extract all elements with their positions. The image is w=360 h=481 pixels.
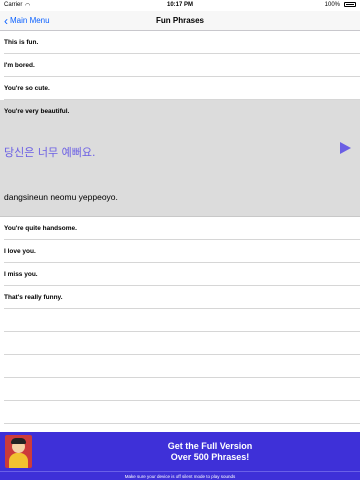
empty-row bbox=[4, 378, 360, 401]
full-version-banner[interactable]: Get the Full Version Over 500 Phrases! bbox=[0, 432, 360, 471]
phrase-label: You're quite handsome. bbox=[4, 225, 77, 232]
empty-row bbox=[4, 309, 360, 332]
phrase-label: I'm bored. bbox=[4, 62, 35, 69]
page-title: Fun Phrases bbox=[155, 16, 204, 25]
phrase-row[interactable]: This is fun. bbox=[4, 31, 360, 54]
phrase-label: That's really funny. bbox=[4, 294, 63, 301]
phrase-label: I love you. bbox=[4, 248, 36, 255]
phrase-list: This is fun. I'm bored. You're so cute. … bbox=[0, 31, 360, 424]
status-bar: Carrier ◠ 10:17 PM 100% bbox=[0, 0, 360, 11]
battery-icon bbox=[344, 2, 356, 7]
phrase-row[interactable]: I'm bored. bbox=[4, 54, 360, 77]
phrase-row[interactable]: I love you. bbox=[4, 240, 360, 263]
romanization-text: dangsineun neomu yeppeoyo. bbox=[4, 192, 118, 202]
phrase-label: This is fun. bbox=[4, 39, 39, 46]
play-icon[interactable] bbox=[340, 142, 351, 154]
empty-row bbox=[4, 332, 360, 355]
banner-subheadline: Over 500 Phrases! bbox=[170, 452, 250, 462]
phrase-label: You're so cute. bbox=[4, 85, 50, 92]
empty-row bbox=[4, 355, 360, 378]
banner-headline: Get the Full Version bbox=[167, 441, 253, 451]
phrase-row[interactable]: You're so cute. bbox=[4, 77, 360, 100]
phrase-label: You're very beautiful. bbox=[4, 108, 70, 115]
phrase-row[interactable]: I miss you. bbox=[4, 263, 360, 286]
battery-percentage: 100% bbox=[324, 2, 340, 8]
phrase-label: I miss you. bbox=[4, 271, 38, 278]
sound-notice: Make sure your device is off silent mode… bbox=[0, 471, 360, 480]
phrase-row[interactable]: You're quite handsome. bbox=[4, 217, 360, 240]
navigation-bar: ‹ Main Menu Fun Phrases bbox=[0, 11, 360, 31]
selected-phrase-row[interactable]: You're very beautiful. 당신은 너무 예뻐요. dangs… bbox=[0, 100, 360, 217]
empty-row bbox=[4, 401, 360, 424]
status-time: 10:17 PM bbox=[166, 2, 193, 8]
korean-translation: 당신은 너무 예뻐요. bbox=[4, 146, 96, 159]
phrase-row[interactable]: That's really funny. bbox=[4, 286, 360, 309]
